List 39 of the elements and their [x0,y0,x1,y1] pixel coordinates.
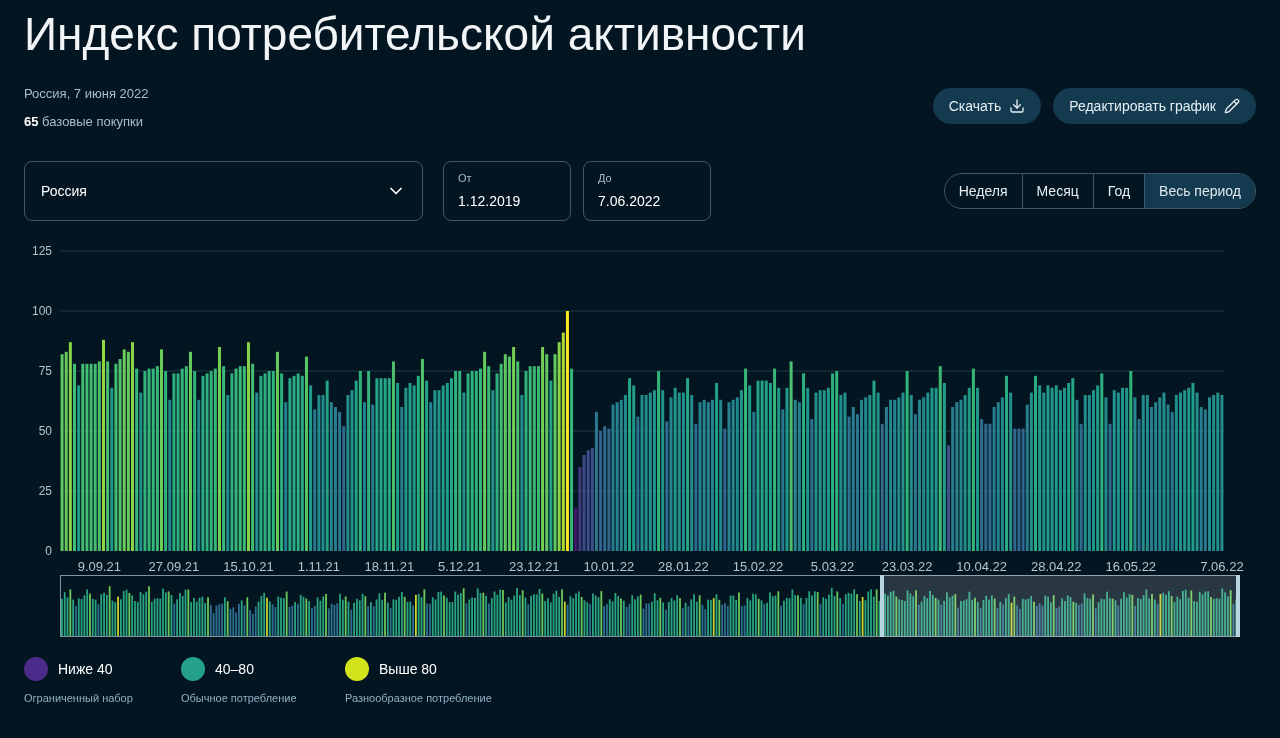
x-axis-label: 7.06.22 [1200,559,1244,574]
period-tab[interactable]: Весь период [1144,174,1255,208]
y-axis-label: 50 [38,424,52,438]
x-axis-label: 28.04.22 [1030,559,1082,574]
page-title: Индекс потребительской активности [23,7,807,62]
date-line: Россия, 7 июня 2022 [24,85,149,103]
y-axis-label: 0 [45,544,52,558]
date-field[interactable]: От 1.12.2019 [443,161,571,221]
date-field[interactable]: До 7.06.2022 [583,161,711,221]
y-axis-label: 25 [38,484,52,498]
legend-label: Ниже 40 [58,659,113,679]
x-axis-label: 15.02.22 [732,559,784,574]
legend-description: Разнообразное потребление [345,691,492,705]
y-axis-label: 75 [38,364,52,378]
x-axis-label: 5.12.21 [438,559,482,574]
x-axis-label: 1.11.21 [297,559,341,574]
period-tab[interactable]: Неделя [944,174,1022,208]
x-axis-label: 27.09.21 [148,559,200,574]
x-axis-label: 16.05.22 [1105,559,1157,574]
x-axis-label: 5.03.22 [810,559,855,574]
legend-description: Ограниченный набор [24,691,133,705]
edit-chart-button[interactable]: Редактировать график [1053,88,1256,124]
x-axis-label: 23.12.21 [509,559,560,574]
x-axis-label: 9.09.21 [77,559,122,574]
legend-label: 40–80 [215,659,254,679]
x-axis-label: 15.10.21 [223,559,274,574]
legend-description: Обычное потребление [181,691,297,705]
x-axis-label: 10.01.22 [583,559,635,574]
y-axis-label: 100 [31,304,52,318]
purchase-count: 65 базовые покупки [24,112,145,131]
y-axis-label: 125 [31,244,52,258]
download-button[interactable]: Скачать [932,88,1042,124]
region-select[interactable]: Россия [24,161,423,221]
period-tab[interactable]: Месяц [1021,174,1093,208]
x-axis-label: 10.04.22 [956,559,1007,574]
legend-label: Выше 80 [379,659,437,679]
x-axis-label: 28.01.22 [658,559,709,574]
x-axis-label: 18.11.21 [364,559,415,574]
x-axis-label: 23.03.22 [881,559,933,574]
